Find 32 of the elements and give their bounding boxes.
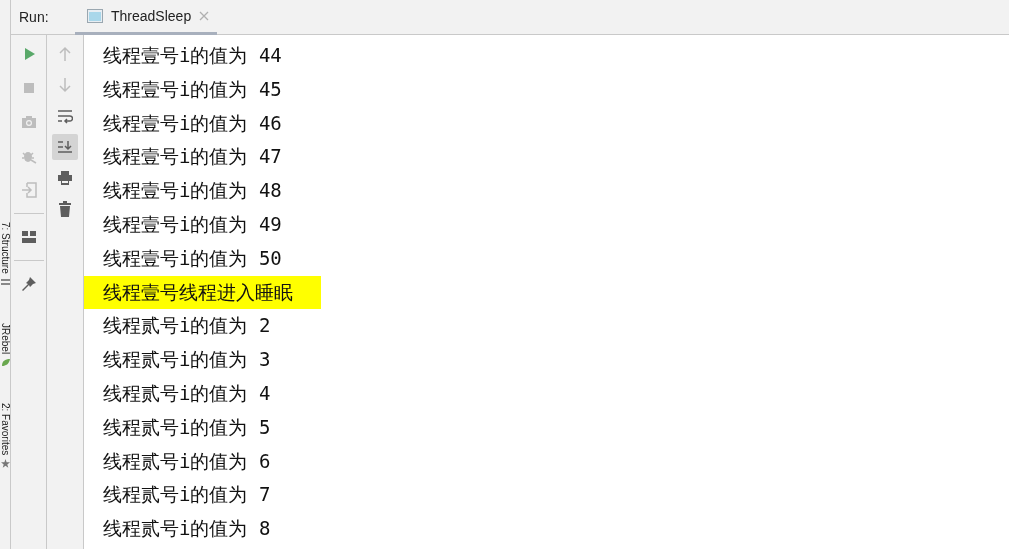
console-line: 线程壹号i的值为 47 — [102, 144, 282, 170]
pin-icon — [20, 276, 37, 292]
console-line: 线程壹号i的值为 50 — [102, 245, 282, 271]
scroll-to-end-button[interactable] — [52, 134, 78, 160]
console-line: 线程壹号i的值为 44 — [102, 43, 282, 68]
star-icon — [0, 459, 10, 469]
printer-icon — [57, 170, 73, 186]
tab-title: ThreadSleep — [111, 6, 192, 26]
console-line: 线程贰号i的值为 7 — [102, 482, 271, 508]
console-line: 线程贰号i的值为 4 — [102, 380, 271, 406]
scroll-to-end-icon — [57, 139, 73, 155]
close-icon[interactable] — [199, 11, 210, 21]
layout-icon — [20, 229, 37, 245]
trash-icon — [57, 201, 73, 217]
console-line: 线程贰号i的值为 8 — [102, 516, 271, 542]
console-line: 线程贰号i的值为 2 — [102, 313, 271, 339]
console-line: 线程贰号i的值为 3 — [102, 347, 271, 373]
arrow-down-icon — [57, 77, 73, 93]
camera-icon — [20, 114, 37, 130]
console-line: 线程壹号i的值为 49 — [102, 212, 282, 237]
console-line: 线程贰号i的值为 5 — [102, 414, 271, 440]
console-icon — [87, 9, 103, 23]
exit-icon — [20, 182, 37, 198]
soft-wrap-icon — [57, 108, 73, 124]
console-line: 线程贰号i的值为 6 — [102, 448, 271, 474]
arrow-up-icon — [57, 46, 73, 62]
structure-icon — [0, 277, 10, 287]
console-line: 线程壹号i的值为 45 — [102, 76, 282, 102]
leaf-icon — [0, 357, 10, 367]
run-label: Run: — [18, 7, 50, 27]
console-line: 线程壹号i的值为 48 — [102, 178, 282, 204]
console-line: 线程壹号i的值为 46 — [102, 110, 282, 136]
